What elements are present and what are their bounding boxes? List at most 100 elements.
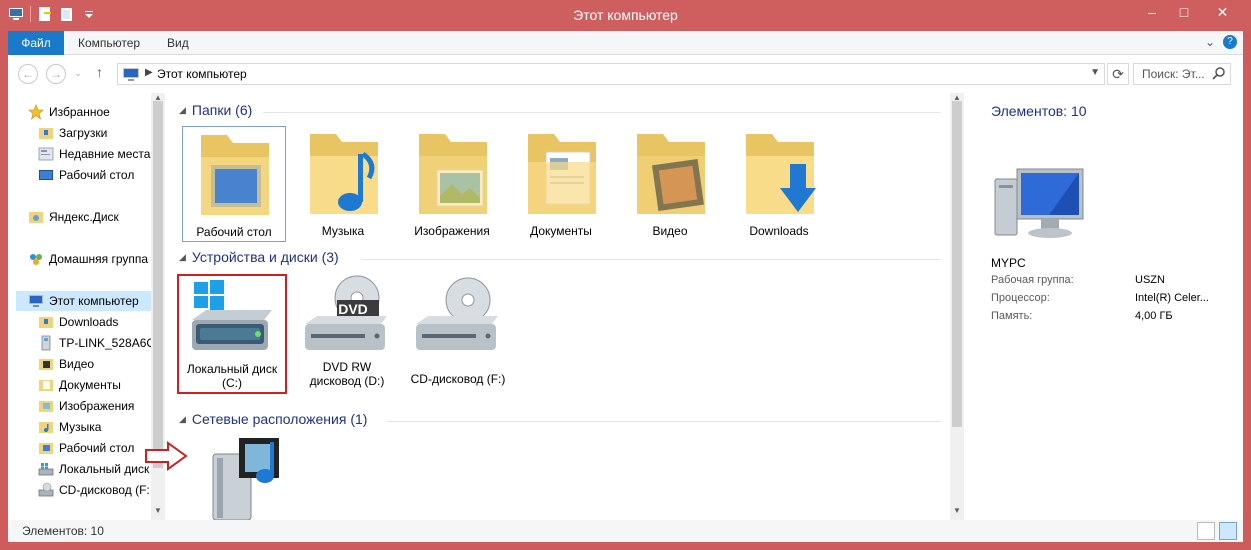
- recent-places-icon: [38, 147, 54, 161]
- ribbon-tabs: Файл Компьютер Вид ⌄ ?: [8, 31, 1243, 55]
- music-folder-icon: [310, 134, 378, 214]
- dvd-badge: DVD: [338, 301, 368, 317]
- explorer-window: Этот компьютер – □ ✕ Файл Компьютер Вид …: [0, 0, 1251, 550]
- group-divider: [263, 112, 941, 113]
- group-title: Устройства и диски (3): [191, 249, 339, 265]
- nav-item-documents[interactable]: Документы: [38, 375, 121, 395]
- documents-folder-icon: [39, 380, 53, 391]
- pictures-folder-icon: [419, 134, 487, 214]
- group-divider: [387, 421, 941, 422]
- tab-file[interactable]: Файл: [8, 31, 64, 55]
- scroll-down-icon[interactable]: ▼: [151, 506, 165, 515]
- drive-dvd-d[interactable]: DVD DVD RW дисковод (D:): [292, 274, 402, 394]
- tab-view[interactable]: Вид: [153, 31, 203, 55]
- folder-desktop[interactable]: Рабочий стол: [182, 126, 286, 242]
- status-bar: Элементов: 10: [8, 520, 1243, 542]
- folder-documents[interactable]: Документы: [509, 126, 613, 242]
- drive-label: DVD RW дисковод (D:): [292, 360, 402, 388]
- folder-music[interactable]: Музыка: [291, 126, 395, 242]
- downloads-folder-icon: [39, 317, 53, 328]
- annotation-arrow-icon: [145, 441, 188, 471]
- forward-button[interactable]: →: [46, 64, 66, 84]
- minimize-button[interactable]: –: [1136, 2, 1168, 22]
- collapse-triangle-icon[interactable]: ◢: [179, 105, 186, 116]
- breadcrumb-chevron-icon[interactable]: ▶: [145, 67, 153, 78]
- main-scrollbar[interactable]: ▲ ▼: [950, 93, 964, 520]
- tab-computer[interactable]: Компьютер: [64, 31, 154, 55]
- folder-label: Рабочий стол: [196, 225, 272, 239]
- details-pane: Элементов: 10 MYPC Рабочая группа: USZN …: [972, 93, 1243, 520]
- collapse-triangle-icon[interactable]: ◢: [179, 252, 186, 263]
- group-header-folders[interactable]: ◢ Папки (6): [179, 102, 252, 118]
- nav-item-this-pc[interactable]: Этот компьютер: [16, 291, 151, 311]
- nav-item-downloads-2[interactable]: Downloads: [38, 312, 118, 332]
- star-icon: [28, 104, 44, 120]
- folder-pictures[interactable]: Изображения: [400, 126, 504, 242]
- prop-workgroup-label: Рабочая группа:: [991, 274, 1074, 286]
- close-button[interactable]: ✕: [1200, 2, 1245, 22]
- chevron-down-icon[interactable]: ▼: [1090, 67, 1100, 78]
- scrollbar-thumb[interactable]: [952, 101, 962, 427]
- drive-local-c[interactable]: Локальный диск (C:): [177, 274, 287, 394]
- nav-label: Изображения: [59, 399, 135, 413]
- computer-icon: [29, 295, 43, 307]
- network-media-device[interactable]: [195, 436, 295, 520]
- expand-ribbon-icon[interactable]: ⌄: [1205, 35, 1215, 49]
- search-icon[interactable]: [1212, 67, 1226, 81]
- folder-video[interactable]: Видео: [618, 126, 722, 242]
- local-disk-icon: [38, 463, 54, 476]
- nav-label: CD-дисковод (F:: [59, 483, 150, 497]
- nav-label: Рабочий стол: [59, 168, 135, 182]
- folder-label: Видео: [652, 224, 688, 238]
- video-folder-icon: [637, 134, 705, 214]
- nav-item-desktop-2[interactable]: Рабочий стол: [38, 438, 134, 458]
- nav-item-video[interactable]: Видео: [38, 354, 94, 374]
- help-icon[interactable]: ?: [1223, 35, 1237, 49]
- search-placeholder: Поиск: Эт...: [1142, 67, 1205, 81]
- large-icons-view-icon[interactable]: [1219, 522, 1237, 540]
- desktop-folder-icon: [201, 135, 269, 215]
- up-button[interactable]: ↑: [96, 64, 103, 80]
- nav-item-pictures[interactable]: Изображения: [38, 396, 134, 416]
- nav-item-music[interactable]: Музыка: [38, 417, 101, 437]
- view-switcher: [1197, 522, 1237, 540]
- nav-label: Видео: [59, 357, 95, 371]
- media-device-icon: [41, 335, 51, 351]
- group-title: Сетевые расположения (1): [191, 411, 368, 427]
- details-view-icon[interactable]: [1197, 522, 1215, 540]
- nav-item-yandex-disk[interactable]: Яндекс.Диск: [28, 207, 119, 227]
- nav-item-recent[interactable]: Недавние места: [38, 144, 150, 164]
- collapse-triangle-icon[interactable]: ◢: [179, 414, 186, 425]
- nav-label: Яндекс.Диск: [49, 210, 119, 224]
- nav-item-homegroup[interactable]: Домашняя группа: [28, 249, 148, 269]
- nav-item-cd-drive[interactable]: CD-дисковод (F:: [38, 480, 150, 500]
- scrollbar-thumb[interactable]: [153, 101, 163, 468]
- cd-drive-icon: [38, 482, 54, 497]
- computer-name: MYPC: [991, 256, 1026, 270]
- group-header-network[interactable]: ◢ Сетевые расположения (1): [179, 411, 367, 427]
- group-title: Папки (6): [191, 102, 253, 118]
- nav-item-desktop[interactable]: Рабочий стол: [38, 165, 134, 185]
- back-button[interactable]: ←: [18, 64, 38, 84]
- status-item-count: Элементов: 10: [22, 524, 104, 538]
- folder-downloads[interactable]: Downloads: [727, 126, 831, 242]
- nav-label: TP-LINK_528A6C: [59, 336, 151, 350]
- nav-item-tplink[interactable]: TP-LINK_528A6C: [38, 333, 151, 353]
- address-bar[interactable]: ▶ Этот компьютер ▼: [117, 63, 1105, 85]
- nav-item-downloads[interactable]: Загрузки: [38, 123, 107, 143]
- pictures-folder-icon: [39, 401, 53, 412]
- refresh-button[interactable]: ⟳: [1107, 63, 1129, 85]
- search-input[interactable]: Поиск: Эт...: [1133, 63, 1231, 85]
- drive-cd-f[interactable]: CD-дисковод (F:): [403, 274, 513, 394]
- drive-label: CD-дисковод (F:): [403, 372, 513, 386]
- scroll-down-icon[interactable]: ▼: [950, 506, 964, 515]
- drive-name: CD-дисковод (F:): [410, 372, 506, 386]
- address-path[interactable]: Этот компьютер: [157, 67, 247, 81]
- nav-favorites[interactable]: Избранное: [28, 102, 110, 122]
- music-folder-icon: [39, 422, 53, 433]
- recent-locations-icon[interactable]: ⌄: [72, 64, 84, 84]
- group-header-devices[interactable]: ◢ Устройства и диски (3): [179, 249, 339, 265]
- folder-label: Downloads: [749, 224, 809, 238]
- nav-item-local-disk[interactable]: Локальный диск: [38, 459, 149, 479]
- maximize-button[interactable]: □: [1168, 2, 1200, 22]
